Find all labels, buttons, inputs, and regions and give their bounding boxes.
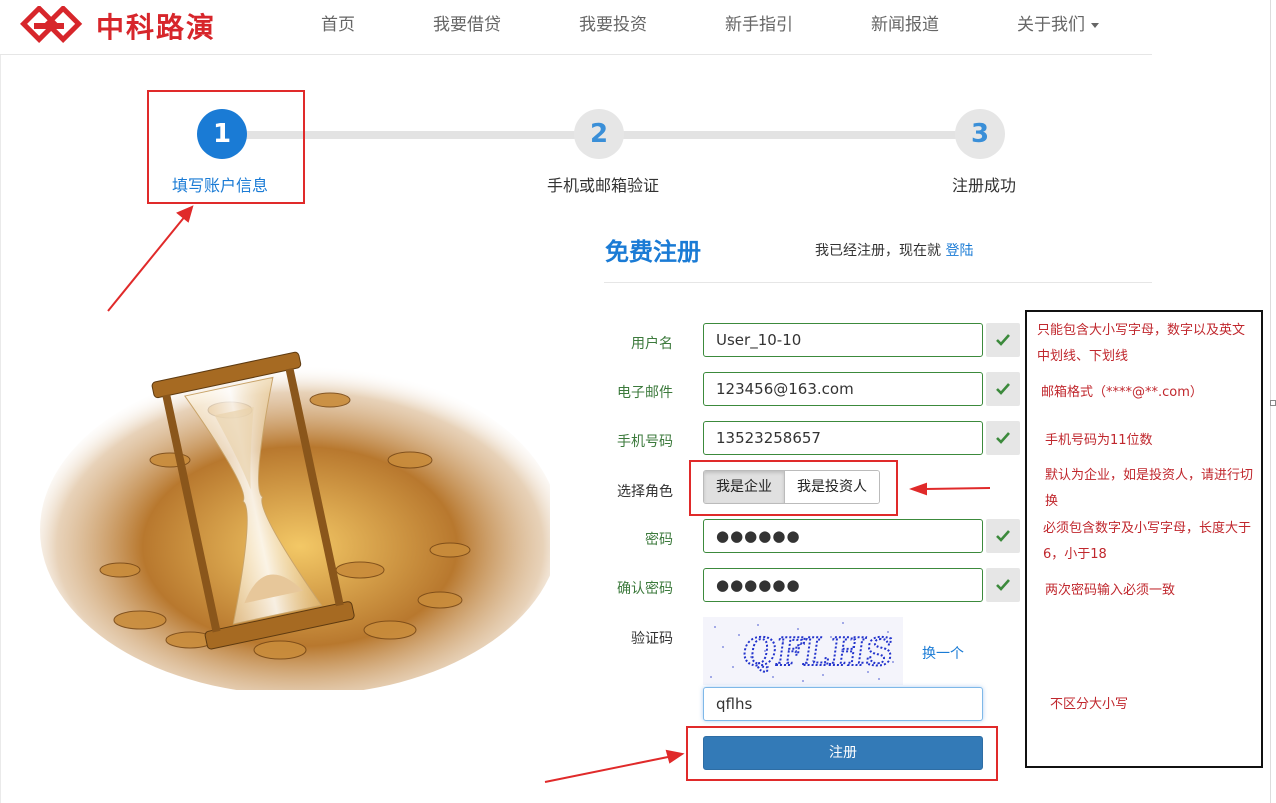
brand-name: 中科路演 [96,11,217,44]
note-role: 默认为企业，如是投资人，请进行切换 [1045,468,1254,509]
check-icon [996,383,1010,395]
check-icon [996,334,1010,346]
confirm-password-label: 确认密码 [617,581,673,597]
captcha-image[interactable]: QFLHS [703,617,903,685]
note-phone: 手机号码为11位数 [1045,433,1153,448]
note-password: 必须包含数字及小写字母，长度大于6，小于18 [1043,521,1252,562]
nav-about-label: 关于我们 [1017,15,1085,35]
arrow-head-submit [665,749,685,764]
login-prompt: 我已经注册，现在就 登陆 [815,240,973,260]
step-2-label: 手机或邮箱验证 [547,176,660,195]
email-label: 电子邮件 [617,385,673,401]
role-enterprise-button[interactable]: 我是企业 [704,471,785,503]
form-title: 免费注册 [605,238,701,266]
captcha-refresh-link[interactable]: 换一个 [922,643,964,663]
nav-borrow[interactable]: 我要借贷 [412,0,522,55]
username-valid-indicator [986,323,1020,357]
note-username: 只能包含大小写字母，数字以及英文中划线、下划线 [1037,323,1246,364]
nav-borrow-label: 我要借贷 [433,15,501,35]
nav-home[interactable]: 首页 [300,0,376,55]
email-input[interactable]: 123456@163.com [703,372,983,406]
step-2-number: 2 [589,119,609,149]
username-input[interactable]: User_10-10 [703,323,983,357]
phone-label: 手机号码 [617,434,673,450]
nav-news[interactable]: 新闻报道 [850,0,960,55]
captcha-glyphs: QFLHS [740,630,896,675]
page-edge [0,55,1,803]
nav-news-label: 新闻报道 [871,15,939,35]
note-captcha: 不区分大小写 [1050,697,1129,712]
role-toggle-group: 我是企业 我是投资人 [703,470,880,504]
arrow-role [924,487,991,490]
nav-guide-label: 新手指引 [725,15,793,35]
annotation-box-step1 [147,90,305,204]
scrollbar-thumb[interactable] [1270,400,1276,406]
arrow-step1 [107,214,187,312]
step-connector-2 [599,131,979,139]
check-icon [996,579,1010,591]
annotation-notes-panel: 只能包含大小写字母，数字以及英文中划线、下划线 邮箱格式（****@**.com… [1025,310,1263,768]
role-investor-button[interactable]: 我是投资人 [785,471,879,503]
username-label: 用户名 [631,336,673,352]
captcha-label: 验证码 [631,631,673,647]
password-label: 密码 [645,532,673,548]
caret-down-icon [1091,22,1099,28]
nav-guide[interactable]: 新手指引 [704,0,814,55]
login-prompt-text: 我已经注册，现在就 [815,243,941,259]
main-menu: 首页 我要借贷 我要投资 新手指引 新闻报道 关于我们 [300,0,1120,55]
note-confirm: 两次密码输入必须一致 [1045,583,1176,598]
confirm-password-valid-indicator [986,568,1020,602]
password-input[interactable]: ●●●●●● [703,519,983,553]
password-valid-indicator [986,519,1020,553]
nav-about[interactable]: 关于我们 [996,0,1120,55]
role-label: 选择角色 [617,484,673,500]
step-3-number: 3 [970,119,990,149]
arrow-head-step1 [176,205,194,223]
step-2-circle: 2 [574,109,624,159]
nav-invest-label: 我要投资 [579,15,647,35]
email-valid-indicator [986,372,1020,406]
note-email: 邮箱格式（****@**.com） [1041,385,1203,400]
check-icon [996,432,1010,444]
check-icon [996,530,1010,542]
logo[interactable]: 中科路演 [20,6,216,46]
step-3-circle: 3 [955,109,1005,159]
step-3-label: 注册成功 [952,176,1017,195]
arrow-submit [544,756,669,783]
hero-hourglass-coins-image [40,351,550,690]
top-nav: 中科路演 首页 我要借贷 我要投资 新手指引 新闻报道 关于我们 [0,0,1152,55]
form-divider [604,282,1152,283]
logo-icon [20,6,83,43]
phone-input[interactable]: 13523258657 [703,421,983,455]
phone-valid-indicator [986,421,1020,455]
login-link[interactable]: 登陆 [945,243,973,259]
nav-invest[interactable]: 我要投资 [558,0,668,55]
captcha-input[interactable]: qflhs [703,687,983,721]
nav-home-label: 首页 [321,15,355,35]
arrow-head-role [909,482,927,496]
register-button[interactable]: 注册 [703,736,983,770]
confirm-password-input[interactable]: ●●●●●● [703,568,983,602]
